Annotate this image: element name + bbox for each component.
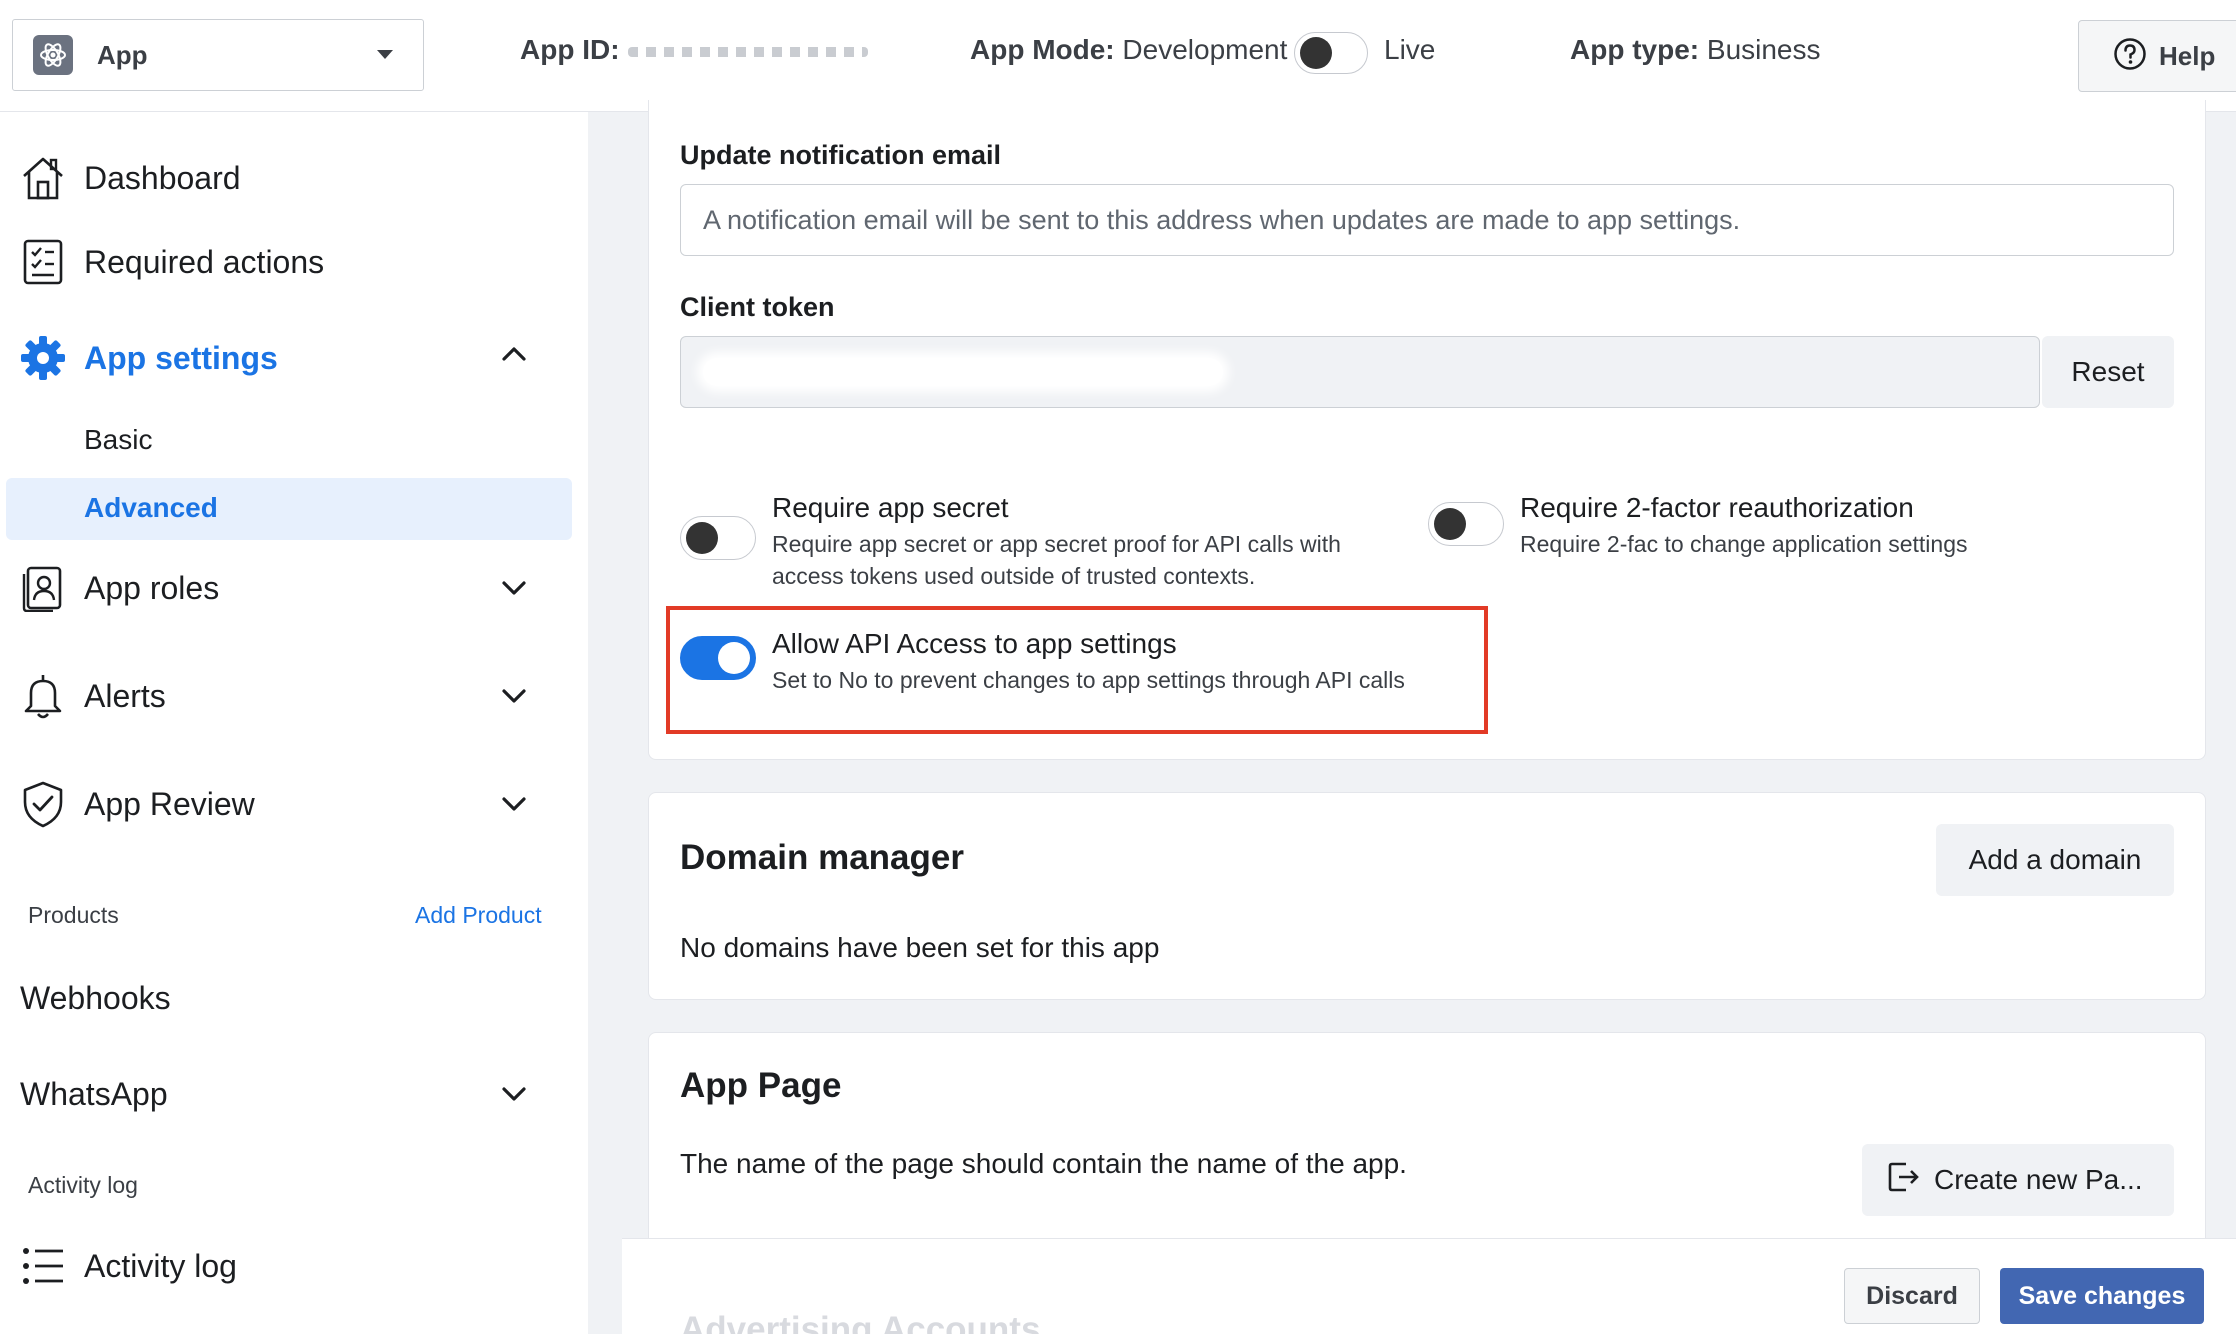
- update-email-label: Update notification email: [680, 140, 1002, 170]
- client-token-redacted: [703, 358, 1223, 386]
- add-domain-button[interactable]: Add a domain: [1936, 824, 2174, 896]
- app-id: App ID:: [520, 34, 868, 66]
- toggle-knob: [1434, 508, 1466, 540]
- products-section-label: Products: [28, 902, 119, 928]
- sidebar-item-label: App settings: [84, 339, 278, 376]
- sidebar-item-app-review[interactable]: App Review: [18, 774, 255, 834]
- create-new-page-button[interactable]: Create new Pa...: [1862, 1144, 2174, 1216]
- app-type-label: App type:: [1570, 34, 1700, 65]
- sidebar-item-required-actions[interactable]: Required actions: [18, 232, 324, 292]
- sidebar-item-app-roles[interactable]: App roles: [18, 558, 219, 618]
- app-name: App: [97, 39, 148, 70]
- app-type: App type: Business: [1570, 34, 1821, 66]
- help-label: Help: [2159, 40, 2216, 71]
- question-circle-icon: [2113, 37, 2147, 76]
- add-product-link[interactable]: Add Product: [415, 902, 542, 929]
- sidebar-item-app-settings[interactable]: App settings: [18, 328, 278, 388]
- save-changes-button[interactable]: Save changes: [2000, 1268, 2204, 1324]
- toggle-knob: [686, 522, 718, 554]
- app-id-label: App ID:: [520, 34, 620, 65]
- activity-log-section-label: Activity log: [28, 1172, 138, 1198]
- external-page-icon: [1886, 1160, 1920, 1201]
- chevron-up-icon[interactable]: [500, 344, 528, 369]
- app-mode-toggle[interactable]: [1294, 32, 1368, 74]
- app-page-text: The name of the page should contain the …: [680, 1148, 1407, 1179]
- app-selector[interactable]: App: [12, 19, 424, 91]
- list-icon: [18, 1241, 68, 1291]
- advertising-accounts-title: Advertising Accounts: [680, 1310, 1041, 1334]
- sidebar-item-label: Dashboard: [84, 159, 241, 196]
- client-token-label: Client token: [680, 292, 835, 322]
- sidebar-item-webhooks[interactable]: Webhooks: [20, 968, 171, 1028]
- domain-manager-empty-text: No domains have been set for this app: [680, 932, 1160, 963]
- app-mode-label: App Mode:: [970, 34, 1115, 65]
- sidebar-item-label: Webhooks: [20, 979, 171, 1016]
- sidebar: Dashboard Required actions App settings …: [0, 112, 588, 1334]
- top-bar: App App ID: App Mode: Development Live A…: [0, 0, 2236, 112]
- checklist-icon: [18, 237, 68, 287]
- chevron-down-icon[interactable]: [500, 794, 528, 819]
- sidebar-item-activity-log[interactable]: Activity log: [18, 1236, 237, 1296]
- sidebar-item-label: WhatsApp: [20, 1075, 168, 1112]
- atom-icon: [33, 35, 73, 75]
- require-app-secret-toggle[interactable]: [680, 516, 756, 560]
- sidebar-item-alerts[interactable]: Alerts: [18, 666, 166, 726]
- domain-manager-title: Domain manager: [680, 838, 964, 877]
- home-icon: [18, 153, 68, 203]
- sidebar-item-label: App roles: [84, 569, 220, 606]
- allow-api-access-desc: Set to No to prevent changes to app sett…: [772, 667, 1405, 693]
- client-token-input[interactable]: [680, 336, 2040, 408]
- help-button[interactable]: Help: [2078, 20, 2236, 92]
- update-email-input[interactable]: A notification email will be sent to thi…: [680, 184, 2174, 256]
- sidebar-item-label: Required actions: [84, 243, 325, 280]
- shield-check-icon: [18, 779, 68, 829]
- sidebar-subitem-advanced[interactable]: Advanced: [84, 492, 218, 524]
- chevron-down-icon[interactable]: [500, 578, 528, 603]
- live-label: Live: [1384, 34, 1436, 65]
- require-app-secret-desc: Require app secret or app secret proof f…: [772, 531, 1341, 589]
- gear-icon: [18, 333, 68, 383]
- app-mode: App Mode: Development: [970, 34, 1287, 66]
- toggle-knob: [1300, 37, 1332, 69]
- sidebar-item-whatsapp[interactable]: WhatsApp: [20, 1064, 168, 1124]
- caret-down-icon: [375, 48, 395, 67]
- sidebar-item-label: App Review: [84, 785, 255, 822]
- toggle-knob: [718, 642, 750, 674]
- sidebar-item-dashboard[interactable]: Dashboard: [18, 148, 241, 208]
- sidebar-item-label: Activity log: [84, 1247, 237, 1284]
- reset-token-button[interactable]: Reset: [2042, 336, 2174, 408]
- bell-icon: [18, 671, 68, 721]
- app-page-title: App Page: [680, 1066, 842, 1105]
- allow-api-access-title: Allow API Access to app settings: [772, 628, 1177, 659]
- sidebar-subitem-basic[interactable]: Basic: [84, 424, 152, 456]
- app-type-value: Business: [1706, 34, 1821, 65]
- discard-button[interactable]: Discard: [1844, 1268, 1980, 1324]
- app-mode-value: Development: [1122, 34, 1288, 65]
- require-2fa-toggle[interactable]: [1428, 502, 1504, 546]
- require-app-secret-title: Require app secret: [772, 492, 1009, 523]
- chevron-down-icon[interactable]: [500, 686, 528, 711]
- chevron-down-icon[interactable]: [500, 1084, 528, 1109]
- id-badge-icon: [18, 563, 68, 613]
- create-new-page-label: Create new Pa...: [1934, 1164, 2143, 1195]
- sidebar-item-label: Alerts: [84, 677, 166, 714]
- allow-api-access-toggle[interactable]: [680, 636, 756, 680]
- app-id-redacted: [627, 46, 868, 57]
- require-2fa-title: Require 2-factor reauthorization: [1520, 492, 1914, 523]
- require-2fa-desc: Require 2-fac to change application sett…: [1520, 531, 1968, 557]
